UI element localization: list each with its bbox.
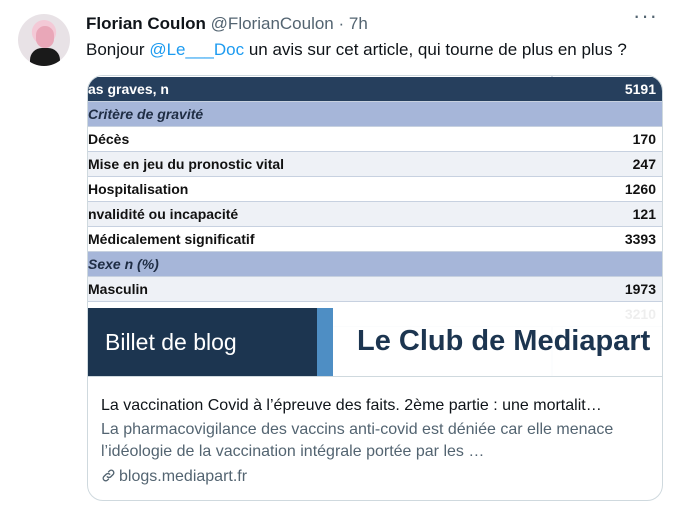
table-row-label: Décès — [88, 131, 130, 147]
link-preview-card[interactable]: as graves, n 5191 Critère de gravité Décès 1… — [87, 75, 663, 501]
table-row-label: Hospitalisation — [88, 181, 189, 197]
table-row-value: 5191 — [624, 81, 656, 97]
table-row: nvalidité ou incapacité 121 — [88, 202, 662, 227]
banner-stripe — [317, 308, 333, 376]
mention-link[interactable]: @Le___Doc — [149, 40, 244, 59]
more-options-icon[interactable]: ··· — [633, 5, 658, 27]
tweet-text-after: un avis sur cet article, qui tourne de p… — [244, 40, 627, 59]
tweet-time[interactable]: 7h — [349, 14, 368, 33]
banner-left: Billet de blog — [88, 308, 317, 376]
table-row: Décès 170 — [88, 127, 662, 152]
table-row-value: 170 — [632, 131, 656, 147]
table-row: Critère de gravité — [88, 102, 662, 127]
card-description: La pharmacovigilance des vaccins anti-co… — [101, 421, 614, 460]
table-row: Hospitalisation 1260 — [88, 177, 662, 202]
table-row-label: Masculin — [88, 281, 148, 297]
card-title[interactable]: La vaccination Covid à l’épreuve des fai… — [101, 395, 651, 417]
author-name[interactable]: Florian Coulon — [86, 14, 206, 33]
avatar-shirt — [30, 48, 60, 66]
table-row-value: 1260 — [624, 181, 656, 197]
table-row: Masculin 1973 — [88, 277, 662, 302]
table-row-value: 3393 — [624, 231, 656, 247]
banner-right: Le Club de Mediapart — [333, 308, 662, 376]
table-row: Mise en jeu du pronostic vital 247 — [88, 152, 662, 177]
table-row-label: Médicalement significatif — [88, 231, 255, 247]
table-row-label: Mise en jeu du pronostic vital — [88, 156, 285, 172]
banner-right-label: Le Club de Mediapart — [357, 325, 651, 357]
tweet-text-before: Bonjour — [86, 40, 150, 59]
table-row: Sexe n (%) — [88, 252, 662, 277]
separator-dot: · — [338, 14, 345, 33]
table-row-label: as graves, n — [88, 81, 169, 97]
banner-left-label: Billet de blog — [105, 329, 237, 355]
card-image-banner: Billet de blog Le Club de Mediapart — [88, 308, 662, 376]
tweet-text: Bonjour @Le___Doc un avis sur cet articl… — [86, 39, 656, 61]
table-row-value: 247 — [632, 156, 656, 172]
tweet-header: Florian Coulon @FlorianCoulon · 7h — [86, 14, 660, 38]
table-row-label: nvalidité ou incapacité — [88, 206, 239, 222]
table-row-value: 1973 — [624, 281, 656, 297]
table-row-label: Sexe n (%) — [88, 256, 159, 272]
table-row-label: Critère de gravité — [88, 106, 204, 122]
card-body[interactable]: La vaccination Covid à l’épreuve des fai… — [88, 376, 662, 500]
card-domain[interactable]: blogs.mediapart.fr — [101, 466, 247, 490]
table-row-value: 121 — [632, 206, 656, 222]
link-icon — [101, 468, 116, 490]
table-row: Médicalement significatif 3393 — [88, 227, 662, 252]
avatar[interactable] — [18, 14, 70, 66]
card-domain-text: blogs.mediapart.fr — [119, 468, 248, 485]
avatar-face — [36, 26, 54, 48]
author-handle[interactable]: @FlorianCoulon — [211, 14, 334, 33]
table-row: as graves, n 5191 — [88, 77, 662, 102]
